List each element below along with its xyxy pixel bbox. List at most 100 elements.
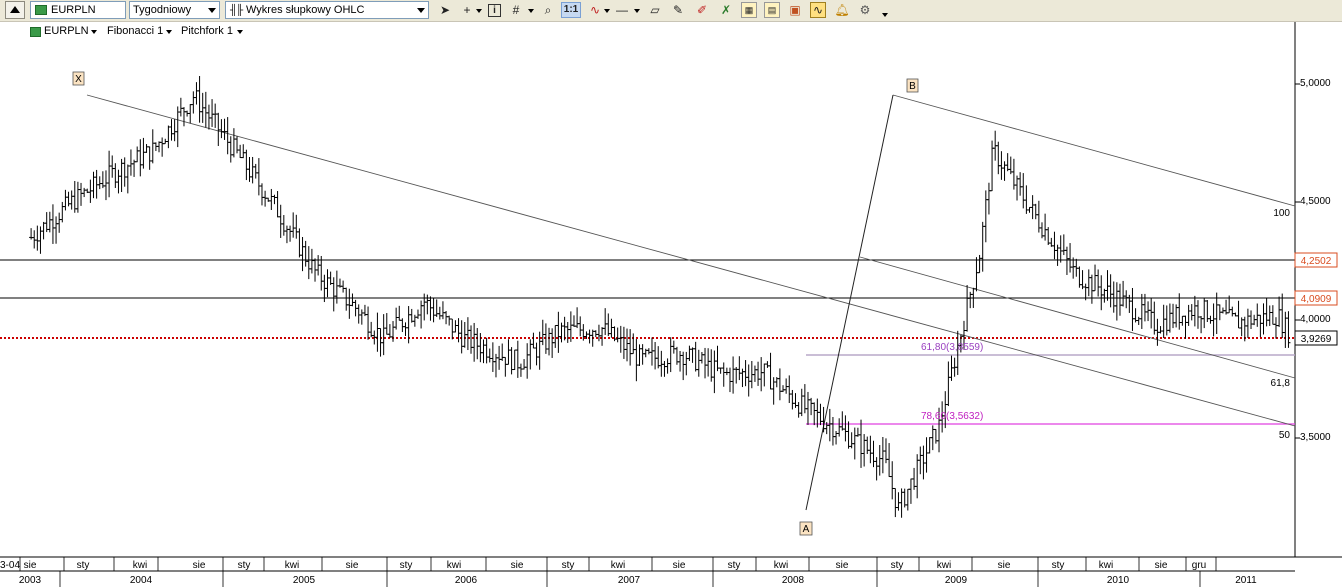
- ohlc-bar: [144, 144, 149, 153]
- chevron-down-icon[interactable]: [604, 9, 610, 13]
- ohlc-bar: [113, 163, 118, 188]
- ohlc-bar: [216, 112, 221, 146]
- signal-icon[interactable]: ∿: [810, 2, 826, 18]
- ohlc-bar: [203, 91, 208, 128]
- ohlc-bar: [1286, 311, 1291, 348]
- ohlc-bar: [472, 322, 477, 362]
- cursor-icon[interactable]: ➤: [437, 2, 453, 18]
- compare-icon[interactable]: ▦: [741, 2, 757, 18]
- ohlc-bar: [849, 432, 854, 449]
- ohlc-bar: [509, 347, 514, 375]
- ohlc-bar: [696, 349, 701, 377]
- ohlc-bar: [765, 361, 770, 368]
- ohlc-bar: [843, 415, 848, 442]
- indicator-icon[interactable]: ∿: [587, 2, 603, 18]
- ohlc-bar: [294, 214, 299, 239]
- pitchfork-label-61-8: 61,8: [1271, 378, 1291, 389]
- ohlc-bar: [288, 225, 293, 242]
- template-icon[interactable]: ✗: [718, 2, 734, 18]
- ohlc-bar: [269, 188, 274, 211]
- ohlc-bar: [893, 487, 898, 518]
- ohlc-bar: [678, 350, 683, 372]
- ohlc-bar: [787, 375, 792, 404]
- ohlc-bar: [175, 106, 180, 148]
- ohlc-bar: [465, 317, 470, 351]
- ohlc-bar: [235, 136, 240, 154]
- ohlc-bar: [366, 306, 371, 340]
- ohlc-bar: [350, 293, 355, 307]
- ohlc-bar: [291, 212, 296, 238]
- chart-type-select[interactable]: ╢╟ Wykres słupkowy OHLC: [225, 1, 429, 19]
- ohlc-bar: [440, 301, 445, 320]
- ohlc-bar: [394, 307, 399, 330]
- ohlc-bar: [1158, 326, 1163, 334]
- ohlc-bar: [522, 359, 527, 370]
- ohlc-bar: [1202, 298, 1207, 329]
- month-label: sie: [998, 560, 1011, 571]
- price-chart[interactable]: X B A 61,80(3,8559) 78,60(3,5632) 100 61…: [0, 22, 1342, 587]
- chevron-down-icon[interactable]: [634, 9, 640, 13]
- ohlc-bar: [1267, 305, 1272, 326]
- ohlc-bar: [469, 325, 474, 354]
- chevron-down-icon[interactable]: [882, 13, 888, 17]
- ohlc-bar: [812, 402, 817, 426]
- ohlc-bar: [1068, 243, 1073, 273]
- drawing-icon[interactable]: ✎: [670, 2, 686, 18]
- ohlc-bar: [453, 320, 458, 333]
- ohlc-bar: [687, 345, 692, 362]
- ohlc-bar: [213, 103, 218, 128]
- ohlc-bar: [1136, 316, 1141, 325]
- ohlc-bar: [547, 327, 552, 356]
- ohlc-bar: [562, 316, 567, 341]
- pivot-b-label: B: [909, 81, 916, 92]
- ohlc-bar: [412, 314, 417, 327]
- ohlc-bar: [681, 351, 686, 381]
- ohlc-bar: [862, 434, 867, 467]
- time-axis[interactable]: 3-04 sie sty kwi sie sty kwi sie sty kwi sie sty kwi…: [0, 557, 1257, 587]
- pitchfork-label-50: 50: [1279, 430, 1291, 441]
- ohlc-bar: [977, 254, 982, 274]
- pitchfork-upper-line[interactable]: [892, 94, 1296, 207]
- ohlc-bar: [1214, 292, 1219, 335]
- line-icon[interactable]: —: [614, 2, 630, 18]
- triangle-up-icon: [10, 6, 20, 13]
- ohlc-bar: [634, 339, 639, 382]
- ohlc-bar: [225, 117, 230, 155]
- ohlc-bar: [999, 151, 1004, 180]
- settings-icon[interactable]: ⚙: [857, 2, 873, 18]
- ohlc-bar: [746, 364, 751, 397]
- ohlc-bar: [132, 159, 137, 177]
- alert-icon[interactable]: ▣: [787, 2, 803, 18]
- info-icon[interactable]: i: [488, 4, 501, 17]
- pitchfork-inner-line[interactable]: [859, 256, 1296, 379]
- color-icon[interactable]: ✐: [694, 2, 710, 18]
- crosshair-icon[interactable]: +: [459, 2, 475, 18]
- ohlc-bars-icon: ╢╟: [230, 5, 243, 16]
- ohlc-bar: [752, 365, 757, 382]
- panel-toggle-button[interactable]: [5, 1, 25, 19]
- price-axis[interactable]: 5,0000 4,5000 4,0000 3,5000 4,2502 4,090…: [1294, 78, 1338, 443]
- ohlc-bar: [1245, 308, 1250, 338]
- ohlc-bar: [497, 345, 502, 370]
- ohlc-bar: [325, 269, 330, 298]
- chevron-down-icon[interactable]: [528, 9, 534, 13]
- ohlc-bar: [281, 215, 286, 236]
- ohlc-bar: [887, 443, 892, 478]
- interval-select[interactable]: Tygodniowy: [129, 1, 220, 19]
- symbol-field[interactable]: EURPLN: [30, 1, 126, 19]
- month-label: sty: [77, 560, 90, 571]
- layout-icon[interactable]: ▤: [764, 2, 780, 18]
- bell-icon[interactable]: 🔔︎: [834, 2, 850, 18]
- chevron-down-icon[interactable]: [476, 9, 482, 13]
- pivot-a-label: A: [803, 524, 810, 535]
- ohlc-bar: [631, 333, 636, 355]
- grid-icon[interactable]: #: [508, 2, 524, 18]
- ohlc-bar: [1183, 315, 1188, 339]
- ohlc-bar: [671, 340, 676, 354]
- zoom-icon[interactable]: ⌕: [540, 2, 556, 18]
- ohlc-bar: [334, 270, 339, 304]
- ohlc-bar: [1121, 280, 1126, 307]
- ohlc-bar: [97, 176, 102, 190]
- one-to-one-button[interactable]: 1:1: [561, 2, 581, 18]
- eraser-icon[interactable]: ▱: [647, 2, 663, 18]
